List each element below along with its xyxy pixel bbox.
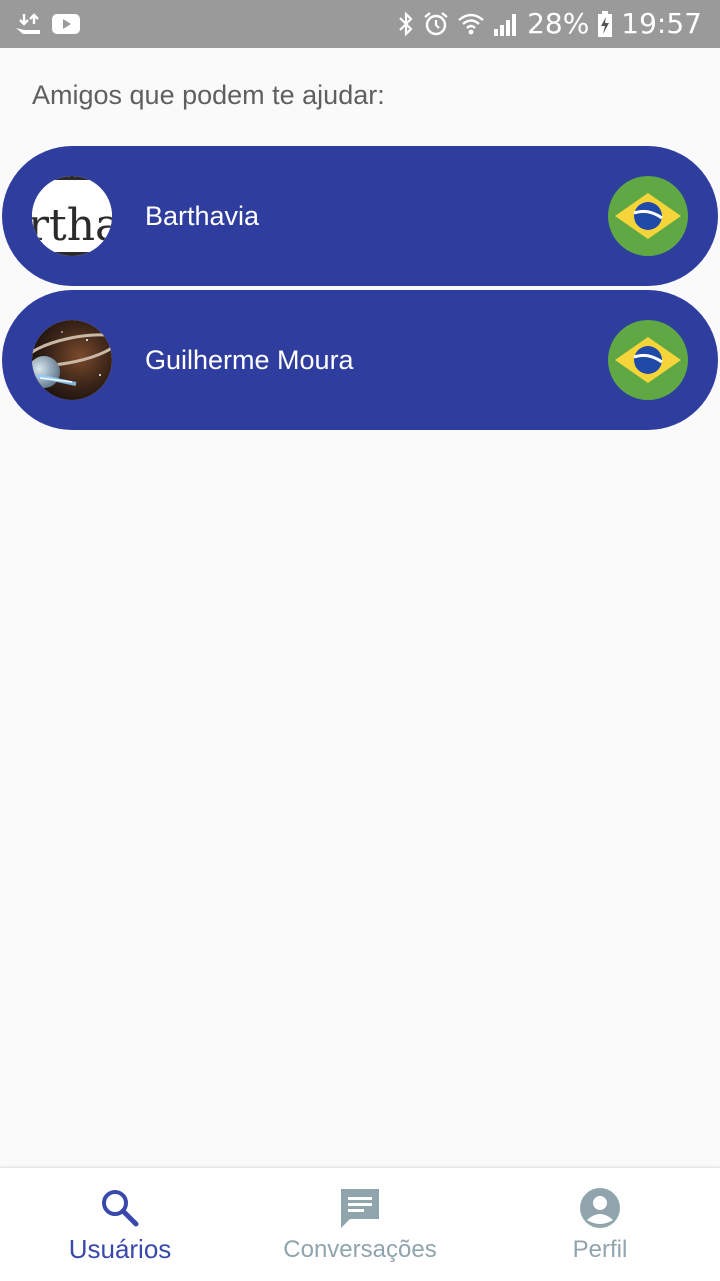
wifi-icon	[457, 11, 485, 37]
nav-label: Usuários	[68, 1234, 172, 1264]
friend-card[interactable]: Guilherme Moura	[2, 290, 718, 430]
status-bar: 28% 19:57	[0, 0, 720, 48]
status-left-icons	[14, 10, 80, 38]
account-icon	[578, 1186, 622, 1230]
friend-name: Guilherme Moura	[145, 345, 354, 375]
bottom-navigation: Usuários Conversações Perfil	[0, 1167, 720, 1281]
brazil-flag-icon	[608, 176, 688, 256]
battery-charging-icon	[597, 10, 613, 38]
chat-icon	[338, 1186, 382, 1230]
friend-name: Barthavia	[145, 201, 260, 231]
battery-percent: 28%	[527, 7, 590, 40]
brazil-flag-icon	[608, 320, 688, 400]
status-right-icons: 28% 19:57	[397, 6, 702, 42]
avatar: rtha	[32, 176, 112, 256]
page-title: Amigos que podem te ajudar:	[32, 80, 385, 110]
nav-label: Conversações	[283, 1236, 437, 1263]
friend-card[interactable]: rtha Barthavia	[2, 146, 718, 286]
nav-tab-perfil[interactable]: Perfil	[480, 1168, 720, 1281]
bluetooth-icon	[397, 11, 415, 37]
avatar-text: rtha	[32, 200, 112, 251]
search-icon	[98, 1186, 142, 1230]
alarm-icon	[423, 11, 449, 37]
nav-label: Perfil	[572, 1236, 628, 1263]
clock: 19:57	[621, 7, 702, 40]
friend-list: rtha Barthavia Guilherme Moura	[2, 146, 718, 434]
nav-tab-conversacoes[interactable]: Conversações	[240, 1168, 480, 1281]
youtube-icon	[52, 13, 80, 35]
avatar	[32, 320, 112, 400]
signal-icon	[493, 11, 519, 37]
nav-tab-usuarios[interactable]: Usuários	[0, 1168, 240, 1281]
download-upload-icon	[14, 12, 42, 36]
